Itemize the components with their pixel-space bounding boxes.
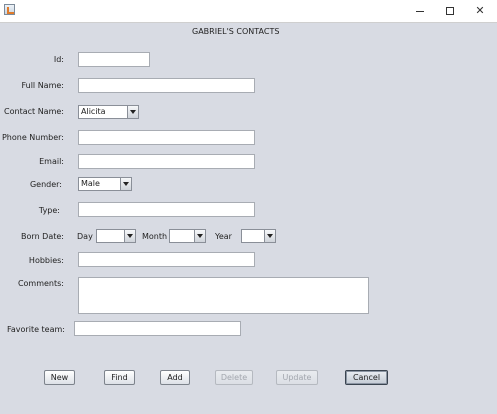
born-date-label: Born Date: [21, 232, 64, 241]
form-title: GABRIEL'S CONTACTS [192, 27, 280, 36]
form-panel: GABRIEL'S CONTACTS Id: Full Name: Contac… [0, 23, 497, 414]
add-button[interactable]: Add [160, 370, 190, 385]
month-label: Month [142, 232, 168, 241]
email-field[interactable] [78, 154, 255, 169]
minimize-icon [416, 10, 424, 12]
maximize-button[interactable] [436, 2, 464, 20]
month-select[interactable] [169, 229, 206, 243]
gender-select[interactable]: Male [78, 177, 132, 191]
chevron-down-icon [120, 178, 131, 190]
comments-label: Comments: [17, 279, 64, 288]
new-button[interactable]: New [44, 370, 75, 385]
close-icon: ✕ [475, 4, 485, 17]
day-select[interactable] [96, 229, 136, 243]
favorite-team-label: Favorite team: [7, 325, 65, 334]
full-name-label: Full Name: [21, 81, 64, 90]
cancel-button[interactable]: Cancel [345, 370, 388, 385]
chevron-down-icon [194, 230, 205, 242]
phone-number-label: Phone Number: [1, 133, 64, 142]
contact-name-label: Contact Name: [4, 107, 64, 116]
delete-button[interactable]: Delete [215, 370, 253, 385]
email-label: Email: [39, 157, 64, 166]
chevron-down-icon [124, 230, 135, 242]
chevron-down-icon [264, 230, 275, 242]
minimize-button[interactable] [406, 2, 434, 20]
gender-label: Gender: [29, 180, 62, 189]
favorite-team-field[interactable] [74, 321, 241, 336]
update-button[interactable]: Update [276, 370, 318, 385]
id-field[interactable] [78, 52, 150, 67]
find-button[interactable]: Find [104, 370, 135, 385]
chevron-down-icon [127, 106, 138, 118]
gender-value: Male [81, 179, 100, 188]
year-label: Year [215, 232, 232, 241]
maximize-icon [446, 7, 454, 15]
close-button[interactable]: ✕ [466, 2, 494, 20]
contact-name-select[interactable]: Alicita [78, 105, 139, 119]
comments-textarea[interactable] [78, 277, 369, 314]
year-select[interactable] [241, 229, 276, 243]
day-label: Day [77, 232, 93, 241]
id-label: Id: [53, 55, 64, 64]
full-name-field[interactable] [78, 78, 255, 93]
java-app-icon [4, 4, 15, 15]
phone-number-field[interactable] [78, 130, 255, 145]
type-field[interactable] [78, 202, 255, 217]
title-bar: ✕ [0, 0, 497, 23]
type-label: Type: [38, 206, 60, 215]
contact-name-value: Alicita [81, 107, 106, 116]
hobbies-field[interactable] [78, 252, 255, 267]
hobbies-label: Hobbies: [28, 256, 64, 265]
